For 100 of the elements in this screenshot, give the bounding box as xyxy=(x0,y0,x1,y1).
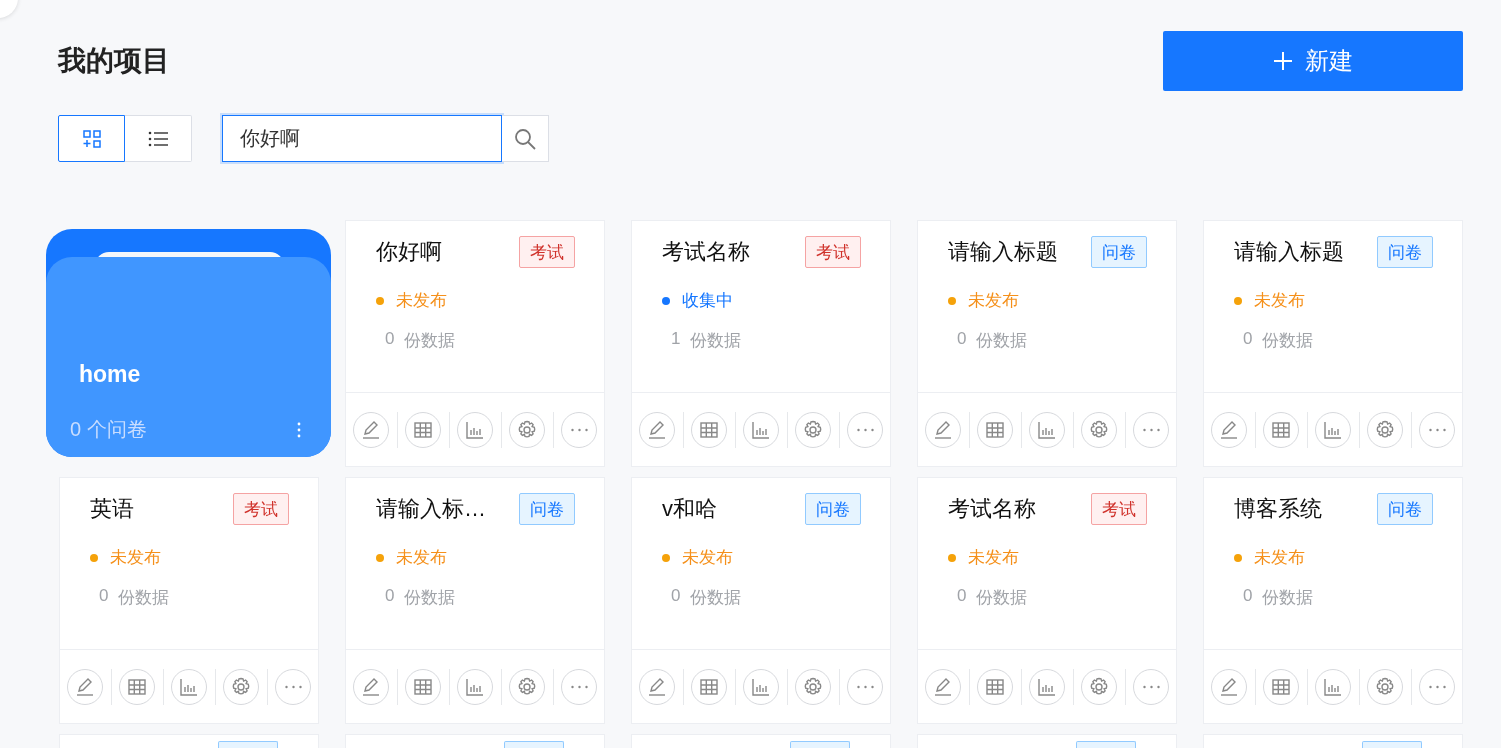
action-button[interactable] xyxy=(1029,668,1065,705)
status-label: 未发布 xyxy=(110,547,161,569)
project-card[interactable]: v和哈 问卷 未发布 0 份数据 xyxy=(631,477,891,724)
action-button[interactable] xyxy=(67,668,103,705)
status-label: 未发布 xyxy=(1254,547,1305,569)
more-icon xyxy=(1142,684,1160,689)
action-button[interactable] xyxy=(795,411,831,448)
type-tag: 考试 xyxy=(1091,493,1147,525)
data-count: 0 xyxy=(385,586,395,607)
project-card[interactable]: 考试名称 考试 未发布 0 份数据 xyxy=(917,477,1177,724)
folder-count: 0 个问卷 xyxy=(70,417,147,442)
action-button[interactable] xyxy=(691,411,727,448)
project-card[interactable]: 英语 考试 未发布 0 份数据 xyxy=(59,477,319,724)
data-count: 0 xyxy=(957,586,967,607)
status-label: 收集中 xyxy=(682,290,733,312)
type-tag xyxy=(504,741,564,748)
status-dot xyxy=(662,553,670,562)
project-title: 考试名称 xyxy=(948,495,1036,523)
action-button[interactable] xyxy=(977,411,1013,448)
action-button[interactable] xyxy=(1211,411,1247,448)
action-button[interactable] xyxy=(1263,411,1299,448)
data-count: 0 xyxy=(99,586,109,607)
project-card[interactable]: 博客系统 问卷 未发布 0 份数据 xyxy=(1203,477,1463,724)
settings-icon xyxy=(803,676,823,697)
more-icon xyxy=(856,427,874,432)
action-button[interactable] xyxy=(925,668,961,705)
edit-icon xyxy=(647,676,667,697)
status-label: 未发布 xyxy=(682,547,733,569)
action-button[interactable] xyxy=(743,668,779,705)
action-button[interactable] xyxy=(457,411,493,448)
data-count-label: 份数据 xyxy=(690,587,742,609)
search-icon xyxy=(514,127,536,150)
type-tag: 考试 xyxy=(805,236,861,268)
action-button[interactable] xyxy=(639,668,675,705)
project-card[interactable]: 请输入标… 问卷 未发布 0 份数据 xyxy=(345,477,605,724)
status-label: 未发布 xyxy=(396,290,447,312)
data-count: 0 xyxy=(671,586,681,607)
action-button[interactable] xyxy=(509,668,545,705)
type-tag: 考试 xyxy=(233,493,289,525)
bar-chart-icon xyxy=(1037,676,1057,697)
project-title: 请输入标… xyxy=(376,495,486,523)
bar-chart-icon xyxy=(465,676,485,697)
action-button[interactable] xyxy=(1367,411,1403,448)
action-button[interactable] xyxy=(171,668,207,705)
more-icon xyxy=(570,684,588,689)
new-button[interactable]: 新建 xyxy=(1163,31,1463,91)
action-button[interactable] xyxy=(691,668,727,705)
action-button[interactable] xyxy=(1263,668,1299,705)
search-button[interactable] xyxy=(502,115,549,162)
type-tag xyxy=(790,741,850,748)
page-title: 我的项目 xyxy=(58,44,170,78)
action-button[interactable] xyxy=(743,411,779,448)
settings-icon xyxy=(1089,676,1109,697)
action-button[interactable] xyxy=(1081,411,1117,448)
list-icon xyxy=(148,130,168,147)
type-tag xyxy=(1076,741,1136,748)
project-card[interactable]: 你好啊 考试 未发布 0 份数据 xyxy=(345,220,605,467)
type-tag: 问卷 xyxy=(805,493,861,525)
type-tag xyxy=(1362,741,1422,748)
bar-chart-icon xyxy=(1323,676,1343,697)
edit-icon xyxy=(647,419,667,440)
action-button[interactable] xyxy=(223,668,259,705)
edit-icon xyxy=(361,419,381,440)
action-button[interactable] xyxy=(639,411,675,448)
grid-icon xyxy=(82,129,101,148)
action-button[interactable] xyxy=(353,411,389,448)
settings-icon xyxy=(517,419,537,440)
action-button[interactable] xyxy=(1029,411,1065,448)
action-button[interactable] xyxy=(457,668,493,705)
search-field[interactable]: 你好啊 xyxy=(222,115,502,162)
data-count-label: 份数据 xyxy=(1262,330,1314,352)
status-dot xyxy=(90,553,98,562)
project-title: 博客系统 xyxy=(1234,495,1322,523)
action-button[interactable] xyxy=(795,668,831,705)
status-label: 未发布 xyxy=(968,290,1019,312)
action-button[interactable] xyxy=(119,668,155,705)
action-button[interactable] xyxy=(1211,668,1247,705)
settings-icon xyxy=(231,676,251,697)
type-tag: 问卷 xyxy=(1377,493,1433,525)
view-toggle-button[interactable] xyxy=(58,115,125,162)
action-button[interactable] xyxy=(1367,668,1403,705)
project-title: 请输入标题 xyxy=(948,238,1058,266)
action-button[interactable] xyxy=(405,411,441,448)
project-card[interactable]: 考试名称 考试 收集中 1 份数据 xyxy=(631,220,891,467)
action-button[interactable] xyxy=(353,668,389,705)
more-vertical-icon xyxy=(297,421,301,438)
more-icon xyxy=(1142,427,1160,432)
action-button[interactable] xyxy=(1081,668,1117,705)
action-button[interactable] xyxy=(509,411,545,448)
project-card[interactable]: 请输入标题 问卷 未发布 0 份数据 xyxy=(917,220,1177,467)
project-card[interactable]: 请输入标题 问卷 未发布 0 份数据 xyxy=(1203,220,1463,467)
action-button[interactable] xyxy=(1315,411,1351,448)
action-button[interactable] xyxy=(1315,668,1351,705)
edit-icon xyxy=(1219,419,1239,440)
settings-icon xyxy=(517,676,537,697)
action-button[interactable] xyxy=(405,668,441,705)
action-button[interactable] xyxy=(977,668,1013,705)
action-button[interactable] xyxy=(925,411,961,448)
status-label: 未发布 xyxy=(1254,290,1305,312)
status-dot xyxy=(1234,296,1242,305)
